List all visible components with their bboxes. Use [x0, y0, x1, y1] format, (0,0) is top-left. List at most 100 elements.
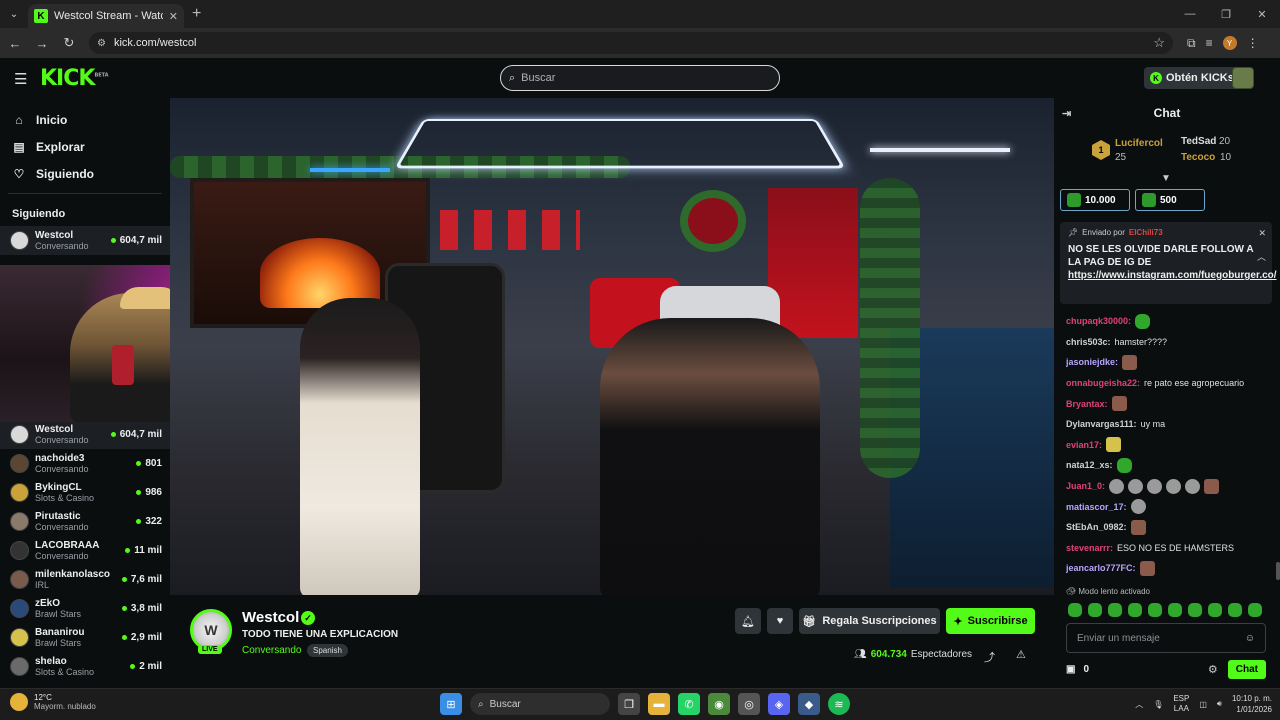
- get-kicks-button[interactable]: K Obtén KICKs: [1144, 67, 1240, 89]
- emote-icon[interactable]: [1248, 603, 1262, 617]
- maximize-icon[interactable]: ❐: [1208, 0, 1244, 28]
- emote-icon[interactable]: [1148, 603, 1162, 617]
- reading-list-icon[interactable]: ≡: [1206, 36, 1213, 50]
- tab-search-icon[interactable]: ⌄: [0, 0, 28, 28]
- back-icon[interactable]: ←: [3, 31, 27, 55]
- gifter-name[interactable]: TedSad: [1181, 136, 1216, 147]
- report-icon[interactable]: ⚠: [1016, 648, 1026, 661]
- task-view-icon[interactable]: ❐: [618, 693, 640, 715]
- chat-username[interactable]: jasoniejdke:: [1066, 357, 1118, 367]
- chevron-up-icon[interactable]: ︿: [1135, 699, 1143, 710]
- chat-username[interactable]: Juan1_0:: [1066, 481, 1105, 491]
- goal-pill[interactable]: 500: [1135, 189, 1205, 211]
- chat-username[interactable]: StEbAn_0982:: [1066, 522, 1127, 532]
- channel-name[interactable]: Westcol: [242, 609, 299, 626]
- pinned-sender[interactable]: ElChili73: [1129, 228, 1163, 237]
- chat-username[interactable]: Bryantax:: [1066, 399, 1108, 409]
- reload-icon[interactable]: ↻: [57, 31, 81, 55]
- volume-icon[interactable]: 🔊︎: [1217, 699, 1222, 709]
- notification-bell-button[interactable]: 🔔︎: [735, 608, 761, 634]
- emote-icon[interactable]: [1068, 603, 1082, 617]
- sidebar-channel-item[interactable]: Westcol Conversando 604,7 mil: [0, 420, 170, 449]
- collapse-chat-icon[interactable]: ⇥: [1062, 107, 1071, 120]
- emote-icon[interactable]: [1168, 603, 1182, 617]
- gifter-name[interactable]: Tecoco: [1181, 152, 1215, 163]
- search-input[interactable]: ⌕ Buscar: [500, 65, 780, 91]
- kick-logo[interactable]: KICKBETA: [40, 66, 109, 91]
- share-icon[interactable]: ⤴: [984, 649, 995, 665]
- weather-widget[interactable]: 12°C Mayorm. nublado: [10, 693, 96, 711]
- sidebar-item-explorar[interactable]: ▤ Explorar: [0, 133, 170, 160]
- emote-icon[interactable]: [1208, 603, 1222, 617]
- channel-points[interactable]: ▣ 0: [1066, 664, 1089, 675]
- file-explorer-icon[interactable]: ▬: [648, 693, 670, 715]
- menu-icon[interactable]: ☰: [14, 70, 27, 88]
- language-indicator[interactable]: ESP LAA: [1173, 694, 1189, 714]
- start-menu-icon[interactable]: ⊞: [440, 693, 462, 715]
- emote-icon[interactable]: [1188, 603, 1202, 617]
- user-avatar[interactable]: [1232, 67, 1254, 89]
- profile-avatar[interactable]: Y: [1222, 36, 1237, 50]
- taskbar-search[interactable]: ⌕ Buscar: [470, 693, 610, 715]
- close-window-icon[interactable]: ✕: [1244, 0, 1280, 28]
- forward-icon[interactable]: →: [30, 31, 54, 55]
- pinned-link[interactable]: https://www.instagram.com/fuegoburger.co…: [1068, 270, 1277, 281]
- sidebar-item-inicio[interactable]: ⌂ Inicio: [0, 106, 170, 133]
- sidebar-channel-item[interactable]: nachoide3 Conversando 801: [0, 449, 170, 478]
- scrollbar[interactable]: [1276, 562, 1280, 580]
- chat-username[interactable]: evian17:: [1066, 440, 1102, 450]
- sidebar-channel-item[interactable]: shelao Slots & Casino 2 mil: [0, 652, 170, 681]
- discord-icon[interactable]: ◈: [768, 693, 790, 715]
- sidebar-channel-item[interactable]: Bananirou Brawl Stars 2,9 mil: [0, 623, 170, 652]
- spotify-icon[interactable]: ≋: [828, 693, 850, 715]
- new-tab-icon[interactable]: +: [192, 5, 201, 23]
- follow-button[interactable]: ♥: [767, 608, 793, 634]
- gift-subs-button[interactable]: 🎁︎ Regala Suscripciones: [799, 608, 940, 634]
- emote-icon[interactable]: [1108, 603, 1122, 617]
- bookmark-star-icon[interactable]: ☆: [1153, 35, 1165, 51]
- whatsapp-icon[interactable]: ✆: [678, 693, 700, 715]
- sidebar-channel-item[interactable]: Pirutastic Conversando 322: [0, 507, 170, 536]
- sidebar-channel-item[interactable]: BykingCL Slots & Casino 986: [0, 478, 170, 507]
- stream-category[interactable]: Conversando: [242, 645, 301, 656]
- app-icon[interactable]: ◆: [798, 693, 820, 715]
- microphone-icon[interactable]: 🎙︎: [1153, 700, 1163, 709]
- gifter-name[interactable]: Lucifercol: [1115, 138, 1163, 149]
- unpin-icon[interactable]: ✕: [1258, 228, 1266, 239]
- chat-username[interactable]: matiascor_17:: [1066, 502, 1127, 512]
- chevron-up-icon[interactable]: ︿: [1257, 250, 1266, 263]
- emote-icon[interactable]: [1088, 603, 1102, 617]
- chat-username[interactable]: chris503c:: [1066, 337, 1111, 347]
- send-chat-button[interactable]: Chat: [1227, 659, 1266, 679]
- sidebar-channel-item[interactable]: zEkO Brawl Stars 3,8 mil: [0, 594, 170, 623]
- minimize-icon[interactable]: —: [1172, 0, 1208, 28]
- video-player[interactable]: [170, 98, 1054, 595]
- chat-message-input[interactable]: Enviar un mensaje ☺: [1066, 623, 1266, 653]
- sidebar-channel-item[interactable]: LACOBRAAA Conversando 11 mil: [0, 536, 170, 565]
- chrome-icon[interactable]: ◉: [708, 693, 730, 715]
- emoji-picker-icon[interactable]: ☺: [1245, 633, 1255, 644]
- chat-username[interactable]: nata12_xs:: [1066, 460, 1113, 470]
- sidebar-channel-item[interactable]: milenkanolasco IRL 7,6 mil: [0, 565, 170, 594]
- subscribe-button[interactable]: ✦ Suscribirse: [946, 608, 1035, 634]
- clock[interactable]: 10:10 p. m. 1/01/2026: [1232, 693, 1272, 715]
- extensions-icon[interactable]: ⧉: [1187, 36, 1196, 51]
- chat-username[interactable]: jeancarlo777FC:: [1066, 563, 1136, 573]
- close-tab-icon[interactable]: ✕: [169, 10, 178, 23]
- chat-username[interactable]: stevenarrr:: [1066, 543, 1113, 553]
- emote-icon[interactable]: [1228, 603, 1242, 617]
- url-field[interactable]: ⚙ kick.com/westcol ☆: [89, 32, 1173, 54]
- language-tag[interactable]: Spanish: [307, 644, 348, 657]
- emote-icon[interactable]: [1128, 603, 1142, 617]
- chat-username[interactable]: chupaqk30000:: [1066, 316, 1131, 326]
- browser-menu-icon[interactable]: ⋮: [1247, 36, 1259, 50]
- chat-username[interactable]: Dylanvargas111:: [1066, 419, 1137, 429]
- sidebar-channel-item[interactable]: Westcol Conversando 604,7 mil: [0, 226, 170, 255]
- sidebar-item-siguiendo[interactable]: ♡ Siguiendo: [0, 160, 170, 187]
- chat-username[interactable]: onnabugeisha22:: [1066, 378, 1140, 388]
- filter-icon[interactable]: ▼: [1161, 173, 1171, 184]
- site-info-icon[interactable]: ⚙: [97, 38, 106, 49]
- network-icon[interactable]: ◫: [1199, 700, 1207, 709]
- browser-tab[interactable]: K Westcol Stream - Watch Live ✕: [28, 4, 184, 28]
- goal-pill[interactable]: 10.000: [1060, 189, 1130, 211]
